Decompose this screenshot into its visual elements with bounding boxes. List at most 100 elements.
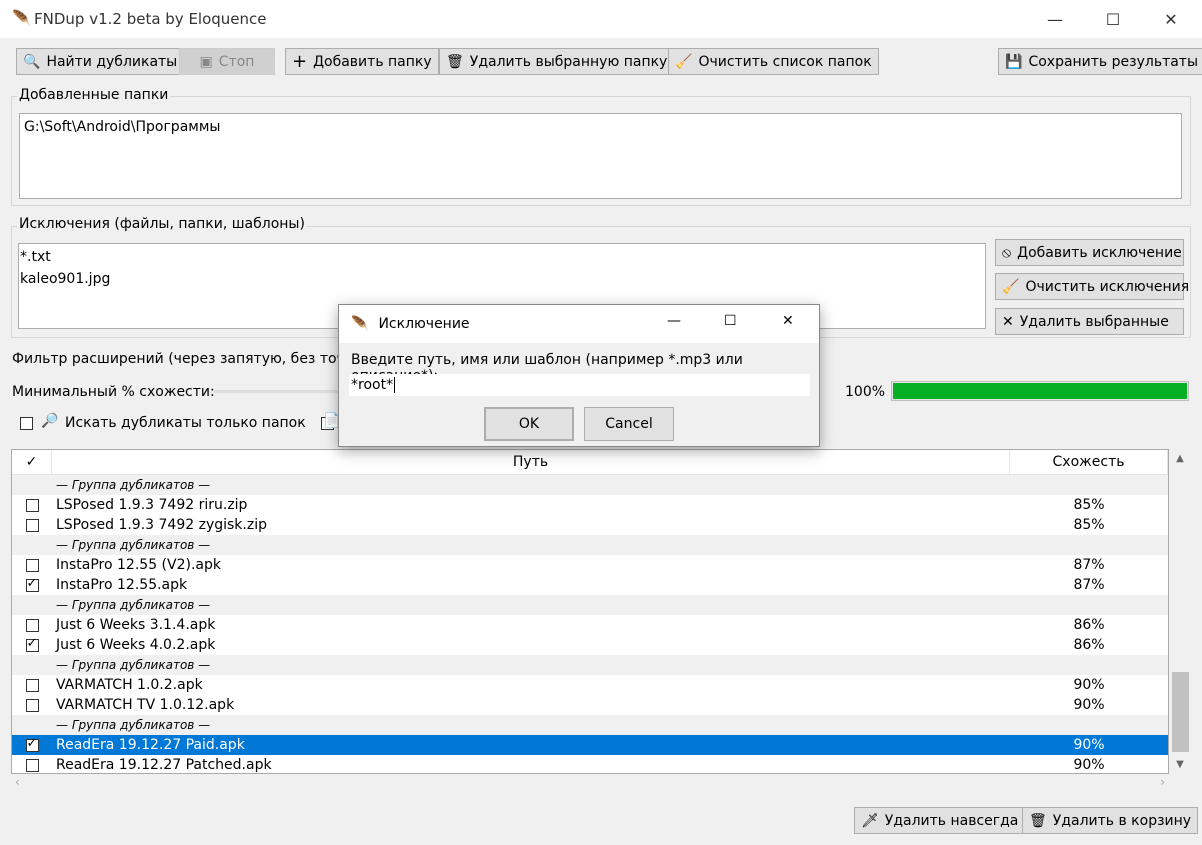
scroll-right-icon[interactable]: › <box>1160 775 1165 789</box>
clear-exclusions-button[interactable]: 🧹 Очистить исключения <box>995 273 1189 300</box>
exclusion-item[interactable]: kaleo901.jpg <box>20 268 981 290</box>
folders-only-checkbox[interactable] <box>20 417 33 430</box>
row-path: LSPosed 1.9.3 7492 zygisk.zip <box>56 517 267 533</box>
stop-icon: ▣ <box>199 53 213 70</box>
row-checkbox-cell[interactable] <box>12 498 52 512</box>
find-duplicates-button[interactable]: 🔍 Найти дубликаты <box>16 48 185 75</box>
folder-item[interactable]: G:\Soft\Android\Программы <box>24 116 1177 138</box>
add-folder-button[interactable]: + Добавить папку <box>285 48 439 75</box>
results-table[interactable]: ✓ Путь Схожесть — Группа дубликатов — LSP… <box>11 449 1169 774</box>
stop-button[interactable]: ▣ Стоп <box>179 48 275 75</box>
remove-folder-button[interactable]: 🗑 Удалить выбранную папку <box>439 48 675 75</box>
row-path: Just 6 Weeks 4.0.2.apk <box>56 637 216 653</box>
table-row[interactable]: LSPosed 1.9.3 7492 zygisk.zip 85% <box>12 515 1168 535</box>
exclusion-item[interactable]: *.txt <box>20 246 981 268</box>
vertical-scrollbar[interactable]: ▲ ▼ <box>1170 449 1190 774</box>
delete-forever-button[interactable]: 🗡 Удалить навсегда <box>854 807 1026 834</box>
row-similarity: 87% <box>1073 557 1105 573</box>
row-checkbox[interactable] <box>25 558 39 572</box>
row-checkbox[interactable] <box>25 518 39 532</box>
row-checkbox-cell[interactable] <box>12 558 52 572</box>
scrollbar-thumb[interactable] <box>1172 672 1189 752</box>
row-similarity: 86% <box>1073 637 1105 653</box>
x-icon: ✕ <box>1002 313 1014 330</box>
progress-text: 100% <box>845 384 886 400</box>
group-header-row[interactable]: — Группа дубликатов — <box>12 595 1168 615</box>
label: Очистить список папок <box>698 53 872 70</box>
horizontal-scrollbar[interactable]: ‹ › <box>11 775 1169 795</box>
row-checkbox[interactable] <box>25 618 39 632</box>
input-value: *root* <box>351 377 394 393</box>
table-row[interactable]: ReadEra 19.12.27 Paid.apk 90% <box>12 735 1168 755</box>
row-checkbox-cell[interactable] <box>12 678 52 692</box>
search-icon: 🔍 <box>23 53 41 70</box>
scroll-up-icon[interactable]: ▲ <box>1170 453 1190 464</box>
table-row[interactable]: VARMATCH 1.0.2.apk 90% <box>12 675 1168 695</box>
row-similarity: 90% <box>1073 677 1105 693</box>
save-results-button[interactable]: 💾 Сохранить результаты <box>998 48 1202 75</box>
header-check[interactable]: ✓ <box>12 450 52 474</box>
group-header-row[interactable]: — Группа дубликатов — <box>12 715 1168 735</box>
row-checkbox[interactable] <box>25 698 39 712</box>
exclusions-label: Исключения (файлы, папки, шаблоны) <box>17 216 307 232</box>
header-path[interactable]: Путь <box>52 450 1010 474</box>
table-row[interactable]: InstaPro 12.55.apk 87% <box>12 575 1168 595</box>
row-checkbox-cell[interactable] <box>12 758 52 772</box>
row-path: InstaPro 12.55 (V2).apk <box>56 557 221 573</box>
ok-button[interactable]: OK <box>484 407 574 441</box>
row-checkbox[interactable] <box>25 678 39 692</box>
scroll-down-icon[interactable]: ▼ <box>1170 759 1190 770</box>
table-row[interactable]: LSPosed 1.9.3 7492 riru.zip 85% <box>12 495 1168 515</box>
minimize-button[interactable]: — <box>1026 0 1084 38</box>
maximize-button[interactable]: ☐ <box>1084 0 1142 38</box>
row-checkbox[interactable] <box>25 576 39 592</box>
row-similarity: 85% <box>1073 497 1105 513</box>
exclusion-dialog: 🪶 Исключение — ☐ ✕ Введите путь, имя или… <box>338 304 820 447</box>
row-similarity: 86% <box>1073 617 1105 633</box>
row-checkbox[interactable] <box>25 636 39 652</box>
group-header-row[interactable]: — Группа дубликатов — <box>12 535 1168 555</box>
delete-to-trash-button[interactable]: 🗑 Удалить в корзину <box>1022 807 1199 834</box>
row-checkbox-cell[interactable] <box>12 618 52 632</box>
table-row[interactable]: VARMATCH TV 1.0.12.apk 90% <box>12 695 1168 715</box>
broom-icon: 🧹 <box>1002 278 1020 295</box>
row-checkbox-cell[interactable] <box>12 518 52 532</box>
row-checkbox[interactable] <box>25 498 39 512</box>
group-header-row[interactable]: — Группа дубликатов — <box>12 655 1168 675</box>
table-row[interactable]: ReadEra 19.12.27 Patched.apk 90% <box>12 755 1168 773</box>
table-row[interactable]: InstaPro 12.55 (V2).apk 87% <box>12 555 1168 575</box>
group-header-row[interactable]: — Группа дубликатов — <box>12 475 1168 495</box>
label: Добавить исключение <box>1017 244 1182 261</box>
dialog-minimize-button[interactable]: — <box>667 313 681 329</box>
row-checkbox[interactable] <box>25 736 39 752</box>
header-similarity[interactable]: Схожесть <box>1010 450 1168 474</box>
folders-list[interactable]: G:\Soft\Android\Программы <box>19 113 1182 199</box>
table-row[interactable]: Just 6 Weeks 3.1.4.apk 86% <box>12 615 1168 635</box>
table-row[interactable]: Just 6 Weeks 4.0.2.apk 86% <box>12 635 1168 655</box>
remove-exclusions-button[interactable]: ✕ Удалить выбранные <box>995 308 1184 335</box>
row-checkbox-cell[interactable] <box>12 576 52 592</box>
row-similarity: 90% <box>1073 737 1105 753</box>
cancel-button[interactable]: Cancel <box>584 407 674 441</box>
add-exclusion-button[interactable]: ⦸ Добавить исключение <box>995 239 1184 266</box>
row-path: VARMATCH TV 1.0.12.apk <box>56 697 235 713</box>
prohibited-icon: ⦸ <box>1002 244 1012 261</box>
row-path: ReadEra 19.12.27 Patched.apk <box>56 757 272 773</box>
magnifier-icon: 🔎 <box>41 413 59 429</box>
row-checkbox[interactable] <box>25 758 39 772</box>
exclusion-input[interactable]: *root* <box>349 374 810 396</box>
clear-folders-button[interactable]: 🧹 Очистить список папок <box>668 48 879 75</box>
close-button[interactable]: ✕ <box>1142 0 1200 38</box>
dialog-close-button[interactable]: ✕ <box>782 313 794 329</box>
similarity-slider[interactable] <box>214 390 344 393</box>
row-checkbox-cell[interactable] <box>12 698 52 712</box>
broom-icon: 🧹 <box>675 53 693 70</box>
table-header: ✓ Путь Схожесть <box>12 450 1168 475</box>
label: Удалить выбранные <box>1019 313 1169 330</box>
label: Cancel <box>605 416 653 432</box>
dialog-maximize-button[interactable]: ☐ <box>724 313 737 329</box>
row-checkbox-cell[interactable] <box>12 636 52 652</box>
row-checkbox-cell[interactable] <box>12 736 52 752</box>
folders-label: Добавленные папки <box>17 87 171 103</box>
scroll-left-icon[interactable]: ‹ <box>15 775 20 789</box>
